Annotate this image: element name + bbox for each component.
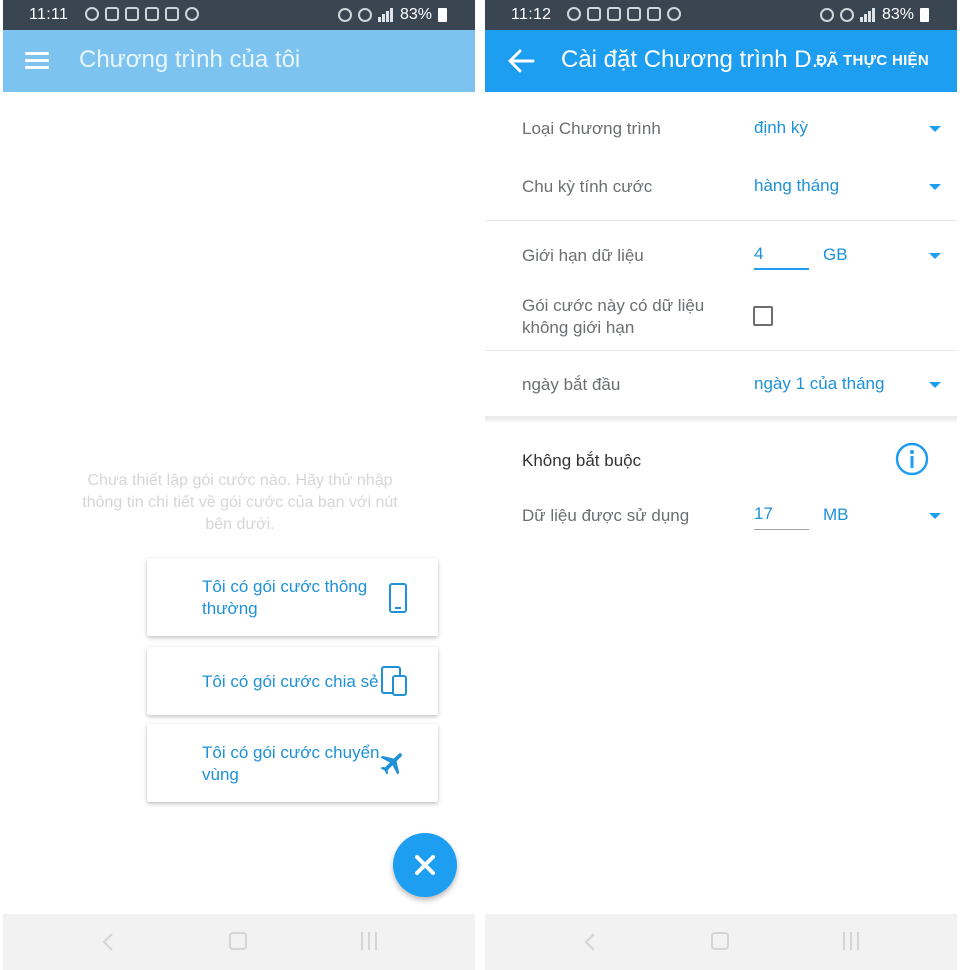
notification-icon: [607, 7, 621, 21]
notification-icon: [647, 7, 661, 21]
app-bar: Chương trình của tôi: [3, 30, 475, 92]
data-limit-input[interactable]: 4: [754, 244, 809, 270]
unlimited-checkbox[interactable]: [753, 306, 773, 326]
dropdown-arrow-icon[interactable]: [929, 382, 941, 388]
notification-icon: [105, 7, 119, 21]
page-title: Chương trình của tôi: [79, 46, 301, 73]
close-fab-button[interactable]: [393, 833, 457, 897]
plan-type-label: Loại Chương trình: [522, 119, 661, 138]
start-date-value[interactable]: ngày 1 của tháng: [754, 374, 884, 394]
devices-icon: [381, 666, 407, 696]
done-button[interactable]: ĐÃ THỰC HIỆN: [816, 52, 929, 69]
billing-cycle-value[interactable]: hàng tháng: [754, 176, 839, 196]
system-nav-bar: [485, 914, 957, 970]
dropdown-arrow-icon[interactable]: [929, 126, 941, 132]
phone-icon: [389, 583, 407, 613]
nav-home-icon[interactable]: [229, 932, 247, 950]
notification-icon: [587, 7, 601, 21]
data-used-label: Dữ liệu được sử dụng: [522, 506, 690, 525]
page-title: Cài đặt Chương trình D...: [561, 46, 832, 73]
dropdown-arrow-icon[interactable]: [929, 513, 941, 519]
screen-my-plans: 11:11 83% Chương trình của tôi Chưa thiế…: [3, 0, 475, 970]
data-limit-label: Giới hạn dữ liệu: [522, 246, 644, 265]
status-bar: 11:12 83%: [485, 0, 957, 30]
option-label: Tôi có gói cước thông thường: [202, 577, 368, 618]
nav-recent-icon[interactable]: [359, 932, 379, 950]
alarm-icon: [337, 8, 352, 22]
notification-icons: [567, 7, 681, 21]
nav-home-icon[interactable]: [711, 932, 729, 950]
data-used-unit[interactable]: MB: [823, 505, 849, 525]
start-date-label: ngày bắt đầu: [522, 375, 621, 394]
nav-back-icon[interactable]: [583, 932, 597, 952]
arrow-back-icon[interactable]: [507, 48, 535, 74]
empty-state-message: Chưa thiết lập gói cước nào. Hãy thử nhậ…: [82, 472, 398, 533]
airplane-icon: [380, 753, 402, 775]
status-time: 11:11: [29, 6, 69, 23]
option-regular-plan[interactable]: Tôi có gói cước thông thường: [147, 558, 438, 636]
nav-back-icon[interactable]: [101, 932, 115, 952]
divider: [485, 220, 957, 221]
bluetooth-icon: [839, 8, 854, 22]
notification-icon: [85, 7, 99, 21]
notification-icon: [567, 7, 581, 21]
notification-icon: [125, 7, 139, 21]
bluetooth-icon: [357, 8, 372, 22]
battery-text: 83%: [399, 6, 432, 23]
option-label: Tôi có gói cước chuyển vùng: [202, 743, 380, 784]
notification-icon: [627, 7, 641, 21]
system-icons: 83%: [819, 6, 929, 24]
signal-icon: [377, 8, 394, 22]
screen-plan-settings: 11:12 83% Cài đặt Chương trình D... ĐÃ T…: [485, 0, 957, 970]
dropdown-arrow-icon[interactable]: [929, 253, 941, 259]
alarm-icon: [819, 8, 834, 22]
option-shared-plan[interactable]: Tôi có gói cước chia sẻ: [147, 647, 438, 715]
billing-cycle-label: Chu kỳ tính cước: [522, 177, 653, 196]
status-time: 11:12: [511, 6, 552, 23]
battery-icon: [438, 8, 447, 22]
notification-icon: [667, 7, 681, 21]
battery-icon: [920, 8, 929, 22]
optional-title: Không bắt buộc: [522, 451, 642, 470]
status-bar: 11:11 83%: [3, 0, 475, 30]
section-separator: [485, 416, 957, 422]
notification-icons: [85, 7, 199, 21]
option-label: Tôi có gói cước chia sẻ: [202, 672, 379, 691]
data-limit-unit[interactable]: GB: [823, 245, 848, 265]
data-used-input[interactable]: 17: [754, 504, 809, 530]
close-icon: [415, 855, 435, 875]
dropdown-arrow-icon[interactable]: [929, 184, 941, 190]
info-icon[interactable]: [895, 442, 929, 476]
plan-type-value[interactable]: định kỳ: [754, 118, 808, 138]
nav-recent-icon[interactable]: [841, 932, 861, 950]
system-icons: 83%: [337, 6, 447, 24]
notification-icon: [145, 7, 159, 21]
system-nav-bar: [3, 914, 475, 970]
notification-icon: [165, 7, 179, 21]
battery-text: 83%: [881, 6, 914, 23]
unlimited-label: Gói cước này có dữ liệu không giới hạn: [522, 296, 705, 337]
notification-icon: [185, 7, 199, 21]
app-bar: Cài đặt Chương trình D... ĐÃ THỰC HIỆN: [485, 30, 957, 92]
menu-icon[interactable]: [25, 52, 49, 70]
signal-icon: [859, 8, 876, 22]
divider: [485, 350, 957, 351]
option-roaming-plan[interactable]: Tôi có gói cước chuyển vùng: [147, 724, 438, 802]
